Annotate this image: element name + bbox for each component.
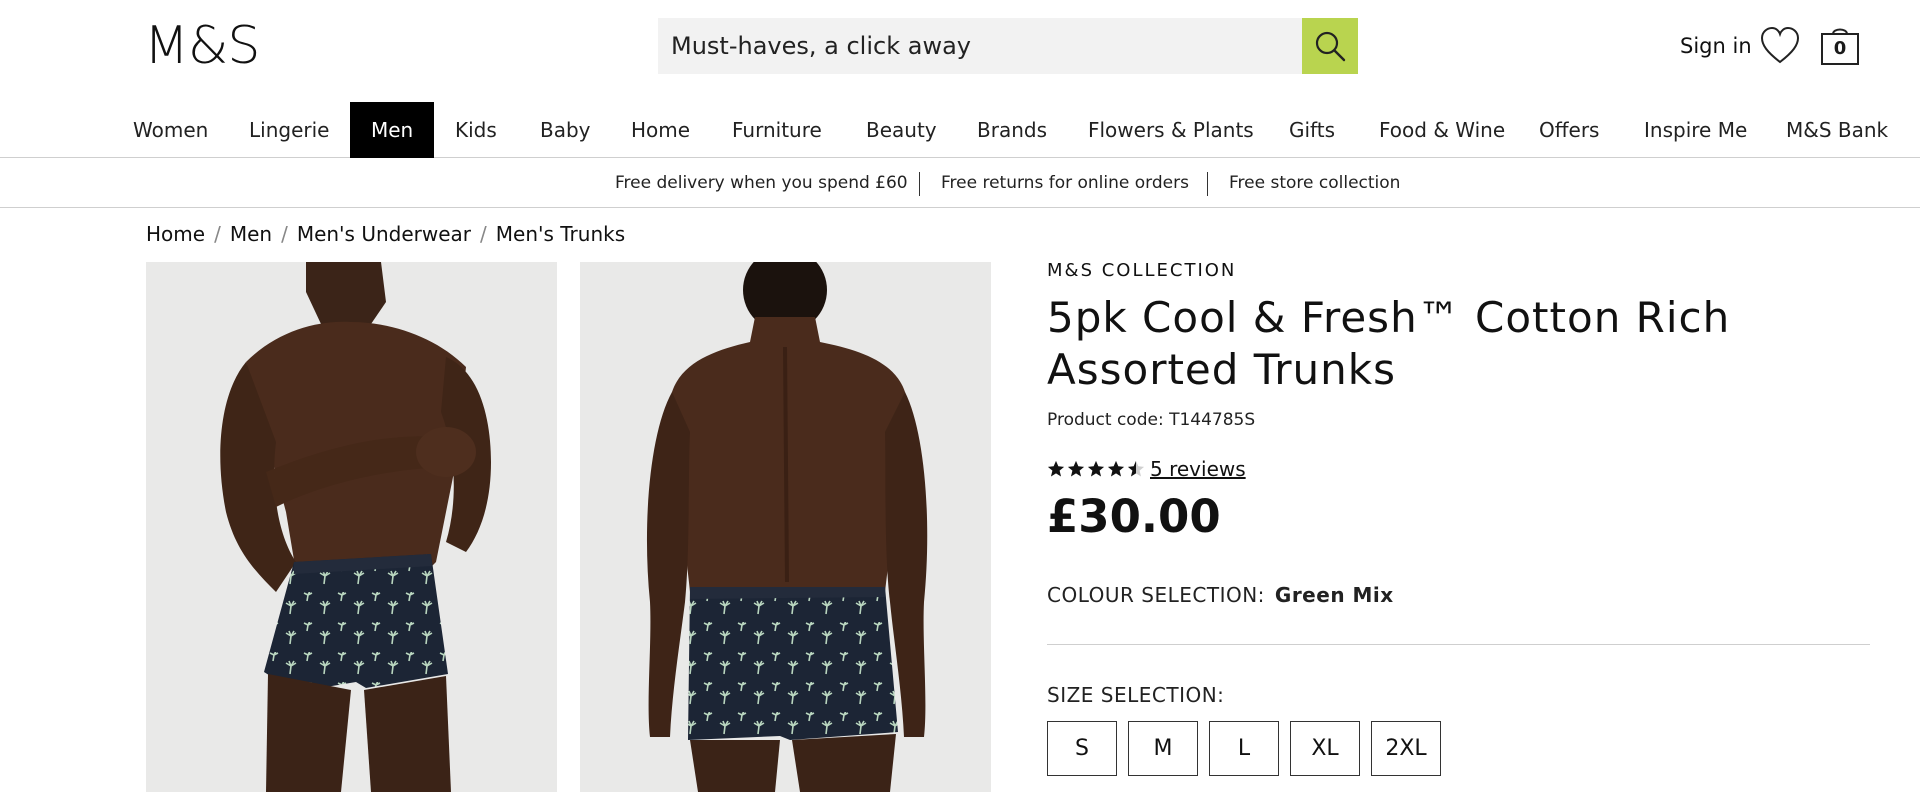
colour-selection-value: Green Mix	[1274, 583, 1394, 607]
product-brand: M&S COLLECTION	[1047, 260, 1237, 281]
breadcrumb-separator: /	[281, 222, 288, 246]
sign-in-link[interactable]: Sign in	[1680, 34, 1752, 58]
product-image-front[interactable]	[146, 262, 557, 792]
star-icon	[1087, 460, 1105, 477]
reviews-link[interactable]: 5 reviews	[1150, 457, 1246, 481]
nav-item-gifts[interactable]: Gifts	[1268, 102, 1356, 158]
shopping-bag-button[interactable]: 0	[1820, 26, 1860, 66]
nav-item-brands[interactable]: Brands	[956, 102, 1068, 158]
nav-item-furniture[interactable]: Furniture	[711, 102, 843, 158]
search-icon	[1315, 31, 1346, 62]
size-selection-label: SIZE SELECTION:	[1047, 683, 1225, 707]
breadcrumb: Home / Men / Men's Underwear / Men's Trunks	[146, 222, 625, 246]
product-image-back-figure	[646, 262, 928, 792]
star-half-icon	[1127, 460, 1145, 477]
nav-item-flowers-plants[interactable]: Flowers & Plants	[1067, 102, 1275, 158]
promo-divider	[1207, 172, 1208, 196]
colour-selection: COLOUR SELECTION: Green Mix	[1047, 583, 1394, 607]
promo-free-delivery[interactable]: Free delivery when you spend £60	[615, 159, 908, 208]
star-icon	[1107, 460, 1125, 477]
site-header: M&S Sign in 0	[0, 0, 1920, 100]
nav-item-women[interactable]: Women	[112, 102, 229, 158]
size-button-xl[interactable]: XL	[1290, 721, 1360, 776]
star-icon	[1067, 460, 1085, 477]
star-icon	[1047, 460, 1065, 477]
breadcrumb-mens-underwear[interactable]: Men's Underwear	[297, 222, 471, 246]
breadcrumb-separator: /	[480, 222, 487, 246]
product-image-front-figure	[220, 262, 491, 792]
wishlist-heart-icon[interactable]	[1759, 26, 1801, 66]
breadcrumb-mens-trunks[interactable]: Men's Trunks	[496, 222, 625, 246]
main-navigation: Women Lingerie Men Kids Baby Home Furnit…	[0, 102, 1920, 158]
product-image-back[interactable]	[580, 262, 991, 792]
size-button-s[interactable]: S	[1047, 721, 1117, 776]
search-input[interactable]	[658, 18, 1302, 74]
search-bar	[658, 18, 1358, 74]
product-title: 5pk Cool & Fresh™ Cotton Rich Assorted T…	[1047, 293, 1731, 394]
nav-item-home[interactable]: Home	[610, 102, 711, 158]
rating-stars	[1047, 460, 1145, 478]
promo-store-collection[interactable]: Free store collection	[1229, 159, 1400, 208]
promo-free-returns[interactable]: Free returns for online orders	[941, 159, 1189, 208]
nav-item-food-wine[interactable]: Food & Wine	[1358, 102, 1526, 158]
colour-selection-label: COLOUR SELECTION:	[1047, 583, 1265, 607]
promo-divider	[919, 172, 920, 196]
product-price: £30.00	[1047, 490, 1221, 543]
nav-item-kids[interactable]: Kids	[434, 102, 518, 158]
size-button-l[interactable]: L	[1209, 721, 1279, 776]
nav-item-baby[interactable]: Baby	[519, 102, 612, 158]
section-divider	[1047, 644, 1870, 645]
nav-item-inspire-me[interactable]: Inspire Me	[1623, 102, 1768, 158]
product-code: Product code: T144785S	[1047, 410, 1256, 430]
nav-item-offers[interactable]: Offers	[1518, 102, 1620, 158]
breadcrumb-home[interactable]: Home	[146, 222, 205, 246]
search-button[interactable]	[1302, 18, 1358, 74]
nav-item-beauty[interactable]: Beauty	[845, 102, 958, 158]
breadcrumb-men[interactable]: Men	[230, 222, 272, 246]
size-button-2xl[interactable]: 2XL	[1371, 721, 1441, 776]
ms-logo[interactable]: M&S	[144, 16, 260, 76]
promo-bar: Free delivery when you spend £60 Free re…	[0, 159, 1920, 208]
nav-item-men[interactable]: Men	[350, 102, 434, 158]
size-button-m[interactable]: M	[1128, 721, 1198, 776]
nav-item-lingerie[interactable]: Lingerie	[228, 102, 350, 158]
bag-count: 0	[1833, 38, 1847, 59]
nav-item-ms-bank[interactable]: M&S Bank	[1765, 102, 1909, 158]
breadcrumb-separator: /	[214, 222, 221, 246]
